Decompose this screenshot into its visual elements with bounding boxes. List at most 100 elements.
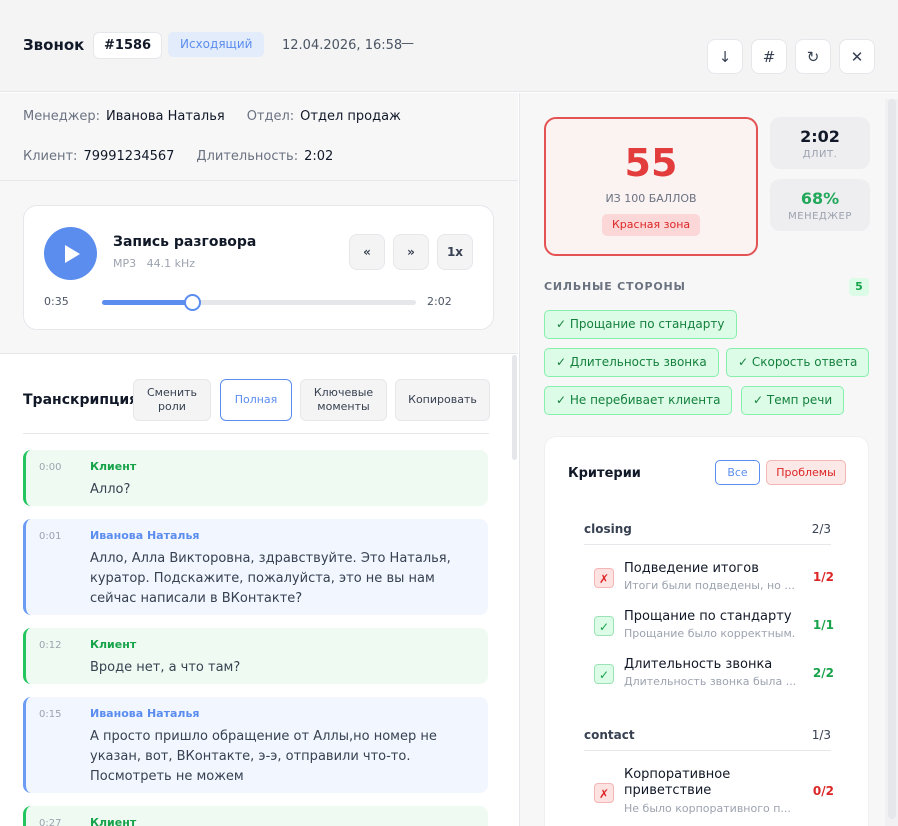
manager-label: Менеджер: bbox=[23, 109, 101, 124]
call-info-panel: Менеджер: Иванова Наталья Отдел: Отдел прод… bbox=[0, 93, 518, 181]
analysis-scrollbar[interactable] bbox=[885, 99, 898, 826]
criterion-desc: Прощание было корректным. bbox=[624, 627, 796, 640]
transcript-title: Транскрипция bbox=[23, 392, 139, 408]
fail-icon: ✗ bbox=[594, 568, 614, 588]
duration-stat-value: 2:02 bbox=[800, 127, 840, 146]
strengths-title: СИЛЬНЫЕ СТОРОНЫ bbox=[544, 280, 686, 293]
recording-format: MP3 bbox=[113, 257, 137, 270]
strength-tag: ✓ Скорость ответа bbox=[726, 348, 870, 377]
criterion-title: Длительность звонка bbox=[624, 657, 773, 672]
message-speaker: Клиент bbox=[90, 460, 137, 473]
speed-button[interactable]: 1x bbox=[437, 234, 473, 270]
divider bbox=[584, 750, 831, 751]
key-moments-button[interactable]: Ключевые моменты bbox=[300, 379, 387, 421]
duration-label: Длительность: bbox=[196, 149, 299, 164]
criteria-card: Критерии Все Проблемы closing 2/3 ✗ Подв… bbox=[544, 436, 869, 826]
manager-value: Иванова Наталья bbox=[106, 109, 225, 124]
recording-meta: MP3 44.1 kHz bbox=[113, 257, 195, 270]
page-title: Звонок bbox=[23, 36, 85, 54]
message-time: 0:12 bbox=[39, 640, 62, 651]
message-time: 0:27 bbox=[39, 818, 62, 826]
criterion-title: Подведение итогов bbox=[624, 561, 759, 576]
score-subtitle: ИЗ 100 БАЛЛОВ bbox=[605, 192, 697, 205]
criterion-row[interactable]: ✓ Прощание по стандарту Прощание было ко… bbox=[594, 609, 834, 645]
message-text: Алло? bbox=[90, 482, 131, 497]
criterion-desc: Длительность звонка была ... bbox=[624, 675, 797, 688]
criterion-row[interactable]: ✗ Корпоративное приветствие Не было корп… bbox=[594, 767, 834, 823]
duration-stat: 2:02 ДЛИТ. bbox=[770, 117, 870, 169]
filter-all-button[interactable]: Все bbox=[715, 460, 760, 485]
criteria-group-header[interactable]: contact 1/3 bbox=[584, 728, 831, 742]
divider bbox=[584, 544, 831, 545]
message-text: Алло, Алла Викторовна, здравствуйте. Это… bbox=[90, 551, 451, 606]
play-icon bbox=[65, 244, 80, 263]
message-time: 0:00 bbox=[39, 462, 62, 473]
criterion-row[interactable]: ✗ Подведение итогов Итоги были подведены… bbox=[594, 561, 834, 597]
recording-rate: 44.1 kHz bbox=[146, 257, 196, 270]
score-card: 55 ИЗ 100 БАЛЛОВ Красная зона bbox=[544, 117, 758, 256]
progress-fill bbox=[102, 300, 193, 305]
progress-track[interactable] bbox=[102, 294, 416, 311]
pass-icon: ✓ bbox=[594, 664, 614, 684]
transcript-scrollbar[interactable] bbox=[512, 355, 517, 460]
rewind-button[interactable]: « bbox=[349, 234, 385, 270]
call-datetime: 12.04.2026, 16:58 bbox=[282, 38, 403, 53]
divider bbox=[23, 433, 489, 434]
criterion-score: 0/2 bbox=[812, 784, 834, 798]
recording-title: Запись разговора bbox=[113, 234, 257, 250]
strength-tag: ✓ Темп речи bbox=[741, 386, 845, 415]
score-zone-badge: Красная зона bbox=[602, 214, 701, 236]
message-text: А просто пришло обращение от Аллы,но ном… bbox=[90, 729, 437, 784]
forward-button[interactable]: » bbox=[393, 234, 429, 270]
hash-icon: # bbox=[762, 47, 776, 66]
client-value: 79991234567 bbox=[83, 149, 175, 164]
info-row-manager: Менеджер: Иванова Наталья Отдел: Отдел прод… bbox=[23, 109, 401, 124]
message-speaker: Клиент bbox=[90, 816, 137, 826]
call-type-badge: Исходящий bbox=[168, 32, 265, 57]
criterion-desc: Итоги были подведены, но ... bbox=[624, 579, 795, 592]
pass-icon: ✓ bbox=[594, 616, 614, 636]
criterion-score: 1/1 bbox=[812, 618, 834, 632]
score-value: 55 bbox=[624, 141, 678, 185]
criterion-desc: Не было корпоративного п... bbox=[624, 802, 791, 815]
client-label: Клиент: bbox=[23, 149, 78, 164]
progress-thumb[interactable] bbox=[184, 294, 202, 311]
call-extra-dash: — bbox=[401, 36, 414, 51]
filter-problems-button[interactable]: Проблемы bbox=[766, 460, 846, 485]
criterion-title: приветствие bbox=[624, 783, 712, 798]
message-speaker: Иванова Наталья bbox=[90, 529, 200, 542]
call-header: Звонок #1586 Исходящий 12.04.2026, 16:58… bbox=[0, 0, 898, 92]
manager-stat: 68% МЕНЕДЖЕР bbox=[770, 179, 870, 231]
criteria-title: Критерии bbox=[568, 466, 641, 481]
criterion-title: Прощание по стандарту bbox=[624, 609, 792, 624]
criterion-score: 2/2 bbox=[812, 666, 834, 680]
group-name: contact bbox=[584, 728, 635, 742]
play-button[interactable] bbox=[44, 227, 97, 280]
criterion-score: 1/2 bbox=[812, 570, 834, 584]
reanalyze-button[interactable]: ↻ bbox=[795, 39, 831, 74]
full-transcript-button[interactable]: Полная bbox=[220, 379, 292, 421]
strengths-count: 5 bbox=[849, 278, 869, 296]
copy-transcript-button[interactable]: Копировать bbox=[395, 379, 490, 421]
audio-player: Запись разговора MP3 44.1 kHz « » 1x 0:3… bbox=[23, 205, 494, 330]
close-icon: ✕ bbox=[850, 47, 864, 66]
group-name: closing bbox=[584, 522, 632, 536]
copy-id-button[interactable]: # bbox=[751, 39, 787, 74]
message-time: 0:15 bbox=[39, 709, 62, 720]
download-button[interactable]: ↓ bbox=[707, 39, 743, 74]
criteria-group-header[interactable]: closing 2/3 bbox=[584, 522, 831, 536]
criterion-row[interactable]: ✓ Длительность звонка Длительность звонк… bbox=[594, 657, 834, 693]
criterion-title: Корпоративное bbox=[624, 767, 731, 782]
transcript-message: 0:01 Иванова Наталья Алло, Алла Викторов… bbox=[23, 519, 488, 615]
fail-icon: ✗ bbox=[594, 783, 614, 803]
transcript-message: 0:00 Клиент Алло? bbox=[23, 450, 488, 506]
info-row-client: Клиент: 79991234567 Длительность: 2:02 bbox=[23, 149, 333, 164]
group-count: 1/3 bbox=[811, 728, 831, 742]
swap-roles-button[interactable]: Сменить роли bbox=[133, 379, 211, 421]
duration-stat-label: ДЛИТ. bbox=[802, 149, 838, 160]
manager-stat-label: МЕНЕДЖЕР bbox=[788, 211, 852, 222]
close-button[interactable]: ✕ bbox=[839, 39, 875, 74]
analysis-scrollbar-thumb[interactable] bbox=[888, 99, 896, 819]
manager-stat-value: 68% bbox=[800, 189, 840, 208]
message-speaker: Иванова Наталья bbox=[90, 707, 200, 720]
